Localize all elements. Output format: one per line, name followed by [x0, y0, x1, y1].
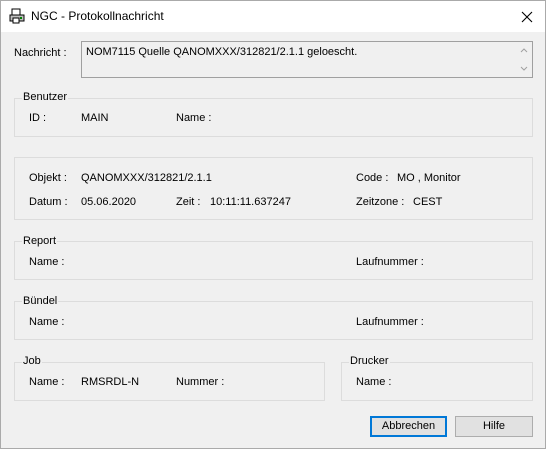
drucker-legend: Drucker [349, 355, 390, 367]
benutzer-name-label: Name : [176, 112, 212, 124]
buendel-group [14, 301, 533, 340]
job-name-value: RMSRDL-N [81, 376, 140, 388]
datum-label: Datum : [29, 196, 68, 208]
buendel-legend: Bündel [22, 295, 59, 307]
report-legend: Report [22, 235, 58, 247]
buendel-laufnummer-label: Laufnummer : [356, 316, 424, 328]
objekt-group [14, 157, 533, 220]
printer-document-icon [9, 8, 25, 24]
job-name-label: Name : [29, 376, 65, 388]
zeitzone-label: Zeitzone : [356, 196, 405, 208]
job-legend: Job [22, 355, 42, 367]
report-name-label: Name : [29, 256, 65, 268]
job-nummer-label: Nummer : [176, 376, 225, 388]
scroll-down-icon[interactable] [519, 64, 529, 74]
abbrechen-button[interactable]: Abbrechen [370, 416, 447, 437]
message-text: NOM7115 Quelle QANOMXXX/312821/2.1.1 gel… [86, 46, 358, 58]
scroll-up-icon[interactable] [519, 45, 529, 55]
objekt-label: Objekt : [29, 172, 67, 184]
datum-value: 05.06.2020 [81, 196, 137, 208]
dialog-window: NGC - Protokollnachricht Nachricht : NOM… [0, 0, 546, 449]
drucker-name-label: Name : [356, 376, 392, 388]
zeitzone-value: CEST [413, 196, 443, 208]
buendel-name-label: Name : [29, 316, 65, 328]
message-textbox[interactable]: NOM7115 Quelle QANOMXXX/312821/2.1.1 gel… [81, 41, 533, 78]
objekt-value: QANOMXXX/312821/2.1.1 [81, 172, 212, 184]
report-laufnummer-label: Laufnummer : [356, 256, 424, 268]
window-title: NGC - Protokollnachricht [31, 9, 164, 23]
hilfe-button[interactable]: Hilfe [455, 416, 533, 437]
title-bar[interactable]: NGC - Protokollnachricht [1, 1, 545, 32]
zeit-value: 10:11:11.637247 [210, 196, 291, 208]
zeit-label: Zeit : [176, 196, 201, 208]
report-group [14, 241, 533, 280]
id-value: MAIN [81, 112, 109, 124]
close-icon [521, 11, 533, 22]
message-label: Nachricht : [14, 47, 67, 59]
benutzer-legend: Benutzer [22, 91, 69, 103]
id-label: ID : [29, 112, 47, 124]
code-value: MO , Monitor [397, 172, 461, 184]
close-button[interactable] [509, 1, 545, 32]
code-label: Code : [356, 172, 389, 184]
